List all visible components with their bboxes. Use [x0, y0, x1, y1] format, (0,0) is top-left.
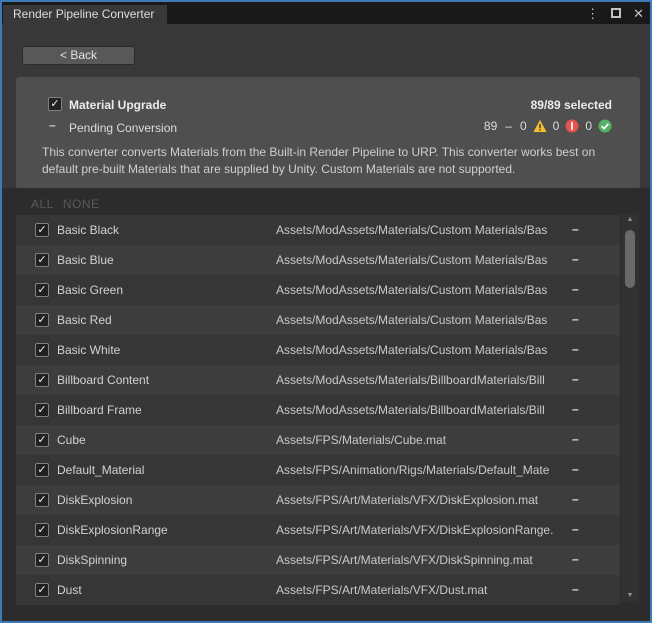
row-checkbox[interactable]: ✓ — [35, 313, 49, 327]
material-row[interactable]: ✓ DiskExplosionRange Assets/FPS/Art/Mate… — [16, 515, 620, 545]
selection-actions: ALL NONE — [31, 197, 100, 211]
material-path: Assets/FPS/Animation/Rigs/Materials/Defa… — [276, 463, 566, 477]
row-status-dash: – — [572, 282, 579, 296]
material-name: DiskExplosionRange — [57, 523, 168, 537]
row-status-dash: – — [572, 492, 579, 506]
row-status-dash: – — [572, 372, 579, 386]
material-path: Assets/ModAssets/Materials/BillboardMate… — [276, 403, 566, 417]
material-path: Assets/FPS/Art/Materials/VFX/DiskExplosi… — [276, 493, 566, 507]
material-name: Default_Material — [57, 463, 144, 477]
row-checkbox[interactable]: ✓ — [35, 343, 49, 357]
success-count: 0 — [585, 119, 592, 133]
material-path: Assets/ModAssets/Materials/Custom Materi… — [276, 283, 566, 297]
maximize-icon[interactable] — [611, 8, 621, 18]
material-row[interactable]: ✓ Billboard Frame Assets/ModAssets/Mater… — [16, 395, 620, 425]
row-checkbox[interactable]: ✓ — [35, 433, 49, 447]
material-path: Assets/FPS/Art/Materials/VFX/Dust.mat — [276, 583, 566, 597]
scroll-up-arrow[interactable]: ▲ — [621, 213, 639, 227]
material-row[interactable]: ✓ Basic Green Assets/ModAssets/Materials… — [16, 275, 620, 305]
material-row[interactable]: ✓ Dust Assets/FPS/Art/Materials/VFX/Dust… — [16, 575, 620, 605]
select-none-button[interactable]: NONE — [63, 197, 100, 211]
pending-count: 89 — [484, 119, 497, 133]
pending-conversion-label: Pending Conversion — [69, 121, 177, 135]
converter-title: Material Upgrade — [69, 98, 166, 112]
material-name: Dust — [57, 583, 82, 597]
error-icon — [565, 119, 579, 133]
close-icon[interactable]: ✕ — [633, 7, 644, 20]
material-name: DiskExplosion — [57, 493, 132, 507]
scrollbar[interactable]: ▲ ▼ — [621, 213, 639, 603]
row-status-dash: – — [572, 402, 579, 416]
row-checkbox[interactable]: ✓ — [35, 493, 49, 507]
window-tab[interactable]: Render Pipeline Converter — [3, 5, 167, 24]
row-status-dash: – — [572, 522, 579, 536]
scrollbar-thumb[interactable] — [625, 230, 635, 288]
material-row[interactable]: ✓ Basic Red Assets/ModAssets/Materials/C… — [16, 305, 620, 335]
scroll-down-arrow[interactable]: ▼ — [621, 589, 639, 603]
pending-foldout-icon[interactable]: – — [49, 118, 56, 132]
row-checkbox[interactable]: ✓ — [35, 463, 49, 477]
material-name: Billboard Frame — [57, 403, 142, 417]
row-status-dash: – — [572, 462, 579, 476]
row-checkbox[interactable]: ✓ — [35, 583, 49, 597]
material-name: Basic Red — [57, 313, 112, 327]
converter-checkbox[interactable]: ✓ — [48, 97, 62, 111]
row-status-dash: – — [572, 552, 579, 566]
material-path: Assets/FPS/Materials/Cube.mat — [276, 433, 566, 447]
material-row[interactable]: ✓ Cube Assets/FPS/Materials/Cube.mat – — [16, 425, 620, 455]
material-path: Assets/ModAssets/Materials/Custom Materi… — [276, 313, 566, 327]
pending-dash: – — [505, 119, 512, 133]
row-checkbox[interactable]: ✓ — [35, 403, 49, 417]
titlebar: Render Pipeline Converter ⋮ ✕ — [2, 2, 650, 24]
material-row[interactable]: ✓ DiskSpinning Assets/FPS/Art/Materials/… — [16, 545, 620, 575]
material-path: Assets/ModAssets/Materials/Custom Materi… — [276, 253, 566, 267]
material-name: Billboard Content — [57, 373, 149, 387]
window-controls: ⋮ ✕ — [586, 2, 644, 24]
row-checkbox[interactable]: ✓ — [35, 253, 49, 267]
error-count: 0 — [553, 119, 560, 133]
row-status-dash: – — [572, 432, 579, 446]
warning-icon — [533, 119, 547, 133]
material-row[interactable]: ✓ Basic White Assets/ModAssets/Materials… — [16, 335, 620, 365]
conversion-stats: 89 – 0 0 0 — [484, 119, 612, 133]
row-checkbox[interactable]: ✓ — [35, 283, 49, 297]
material-name: DiskSpinning — [57, 553, 127, 567]
window-menu-icon[interactable]: ⋮ — [586, 7, 599, 20]
material-name: Basic Green — [57, 283, 123, 297]
material-row[interactable]: ✓ Billboard Content Assets/ModAssets/Mat… — [16, 365, 620, 395]
selected-count: 89/89 selected — [531, 98, 612, 112]
warning-count: 0 — [520, 119, 527, 133]
material-row[interactable]: ✓ Default_Material Assets/FPS/Animation/… — [16, 455, 620, 485]
material-path: Assets/ModAssets/Materials/Custom Materi… — [276, 223, 566, 237]
row-status-dash: – — [572, 222, 579, 236]
material-path: Assets/FPS/Art/Materials/VFX/DiskExplosi… — [276, 523, 566, 537]
material-name: Cube — [57, 433, 86, 447]
row-status-dash: – — [572, 252, 579, 266]
row-checkbox[interactable]: ✓ — [35, 553, 49, 567]
material-name: Basic Black — [57, 223, 119, 237]
row-checkbox[interactable]: ✓ — [35, 373, 49, 387]
render-pipeline-converter-window: Render Pipeline Converter ⋮ ✕ < Back ✓ M… — [0, 0, 652, 623]
select-all-button[interactable]: ALL — [31, 197, 54, 211]
material-path: Assets/FPS/Art/Materials/VFX/DiskSpinnin… — [276, 553, 566, 567]
row-status-dash: – — [572, 582, 579, 596]
row-checkbox[interactable]: ✓ — [35, 523, 49, 537]
converter-panel: ✓ Material Upgrade 89/89 selected – Pend… — [16, 77, 640, 189]
material-row[interactable]: ✓ Basic Black Assets/ModAssets/Materials… — [16, 215, 620, 245]
material-name: Basic White — [57, 343, 120, 357]
material-path: Assets/ModAssets/Materials/Custom Materi… — [276, 343, 566, 357]
row-checkbox[interactable]: ✓ — [35, 223, 49, 237]
material-row[interactable]: ✓ DiskExplosion Assets/FPS/Art/Materials… — [16, 485, 620, 515]
row-status-dash: – — [572, 312, 579, 326]
back-button[interactable]: < Back — [22, 46, 135, 65]
converter-description: This converter converts Materials from t… — [42, 144, 616, 178]
row-status-dash: – — [572, 342, 579, 356]
material-name: Basic Blue — [57, 253, 114, 267]
material-path: Assets/ModAssets/Materials/BillboardMate… — [276, 373, 566, 387]
materials-list: ✓ Basic Black Assets/ModAssets/Materials… — [16, 215, 620, 605]
material-row[interactable]: ✓ Basic Blue Assets/ModAssets/Materials/… — [16, 245, 620, 275]
success-icon — [598, 119, 612, 133]
